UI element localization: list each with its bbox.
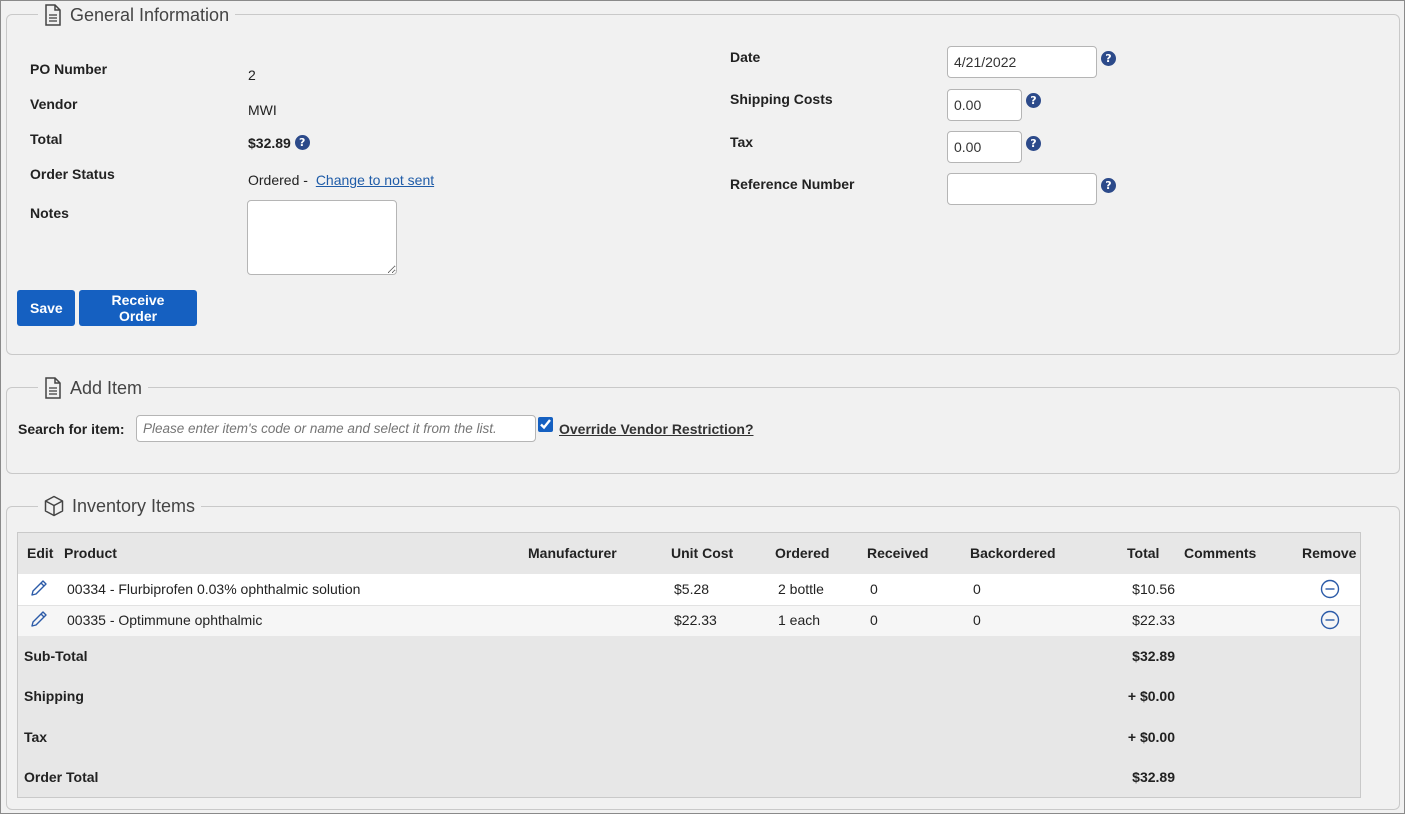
box-icon	[44, 495, 64, 517]
override-vendor-restriction-link[interactable]: Override Vendor Restriction?	[559, 421, 754, 437]
backordered-cell: 0	[973, 612, 981, 628]
minus-circle-icon[interactable]	[1320, 610, 1340, 633]
search-item-input[interactable]	[136, 415, 536, 442]
receive-order-button[interactable]: Receive Order	[79, 290, 197, 326]
subtotal-label: Sub-Total	[24, 648, 88, 664]
tax-summary-label: Tax	[24, 729, 48, 745]
product-cell: 00334 - Flurbiprofen 0.03% ophthalmic so…	[67, 581, 361, 597]
column-header-ordered[interactable]: Ordered	[775, 545, 829, 561]
notes-label: Notes	[30, 205, 69, 221]
pencil-icon[interactable]	[29, 578, 49, 601]
inventory-items-legend: Inventory Items	[38, 495, 202, 517]
total-amount: $32.89	[248, 135, 291, 151]
add-item-title: Add Item	[70, 377, 143, 398]
total-cell: $22.33	[1132, 612, 1175, 628]
order-total-label: Order Total	[24, 769, 99, 785]
date-input[interactable]	[947, 46, 1097, 78]
inventory-items-title: Inventory Items	[72, 495, 196, 516]
received-cell: 0	[870, 612, 878, 628]
minus-circle-icon[interactable]	[1320, 579, 1340, 602]
reference-number-input[interactable]	[947, 173, 1097, 205]
override-vendor-checkbox[interactable]	[538, 417, 553, 432]
column-header-total[interactable]: Total	[1127, 545, 1159, 561]
tax-summary-value: + $0.00	[1127, 729, 1175, 745]
column-header-remove: Remove	[1302, 545, 1357, 561]
unit-cost-cell: $5.28	[674, 581, 710, 597]
po-number-label: PO Number	[30, 61, 108, 77]
tax-label: Tax	[730, 134, 754, 150]
total-label: Total	[30, 131, 63, 147]
general-information-title: General Information	[70, 4, 230, 25]
general-information-legend: General Information	[38, 4, 236, 26]
date-label: Date	[730, 49, 761, 65]
document-icon	[44, 377, 62, 399]
ordered-cell: 2 bottle	[778, 581, 824, 597]
order-total-value: $32.89	[1132, 769, 1175, 785]
table-row: 00334 - Flurbiprofen 0.03% ophthalmic so…	[18, 574, 1360, 605]
column-header-comments[interactable]: Comments	[1184, 545, 1256, 561]
question-circle-icon[interactable]: ?	[1101, 51, 1116, 66]
product-cell: 00335 - Optimmune ophthalmic	[67, 612, 263, 628]
column-header-unit-cost[interactable]: Unit Cost	[671, 545, 733, 561]
general-information-section	[6, 14, 1400, 355]
subtotal-value: $32.89	[1132, 648, 1175, 664]
vendor-label: Vendor	[30, 96, 78, 112]
order-status-text: Ordered -	[248, 172, 308, 188]
table-row: 00335 - Optimmune ophthalmic $22.33 1 ea…	[18, 605, 1360, 636]
pencil-icon[interactable]	[29, 609, 49, 632]
total-value: $32.89 ?	[248, 135, 310, 152]
shipping-value: + $0.00	[1127, 688, 1175, 704]
column-header-received[interactable]: Received	[867, 545, 928, 561]
change-to-not-sent-link[interactable]: Change to not sent	[316, 172, 434, 188]
shipping-costs-input[interactable]	[947, 89, 1022, 121]
reference-number-label: Reference Number	[730, 176, 855, 192]
question-circle-icon[interactable]: ?	[1026, 136, 1041, 151]
unit-cost-cell: $22.33	[674, 612, 717, 628]
received-cell: 0	[870, 581, 878, 597]
po-number-value: 2	[248, 67, 256, 83]
column-header-manufacturer[interactable]: Manufacturer	[528, 545, 617, 561]
tax-input[interactable]	[947, 131, 1022, 163]
inventory-table: Edit Product Manufacturer Unit Cost Orde…	[17, 532, 1361, 798]
ordered-cell: 1 each	[778, 612, 821, 628]
order-status-label: Order Status	[30, 166, 115, 182]
add-item-legend: Add Item	[38, 377, 149, 399]
column-header-backordered[interactable]: Backordered	[970, 545, 1056, 561]
shipping-label: Shipping	[24, 688, 84, 704]
notes-textarea[interactable]	[247, 200, 397, 275]
question-circle-icon[interactable]: ?	[1101, 178, 1116, 193]
column-header-edit: Edit	[27, 545, 54, 561]
backordered-cell: 0	[973, 581, 981, 597]
vendor-value: MWI	[248, 102, 277, 118]
save-button[interactable]: Save	[17, 290, 75, 326]
search-item-label: Search for item:	[18, 421, 125, 437]
document-icon	[44, 4, 62, 26]
column-header-product[interactable]: Product	[64, 545, 117, 561]
question-circle-icon[interactable]: ?	[294, 135, 310, 150]
question-circle-icon[interactable]: ?	[1026, 93, 1041, 108]
order-status-value: Ordered - Change to not sent	[248, 172, 434, 188]
total-cell: $10.56	[1132, 581, 1175, 597]
shipping-costs-label: Shipping Costs	[730, 91, 833, 107]
